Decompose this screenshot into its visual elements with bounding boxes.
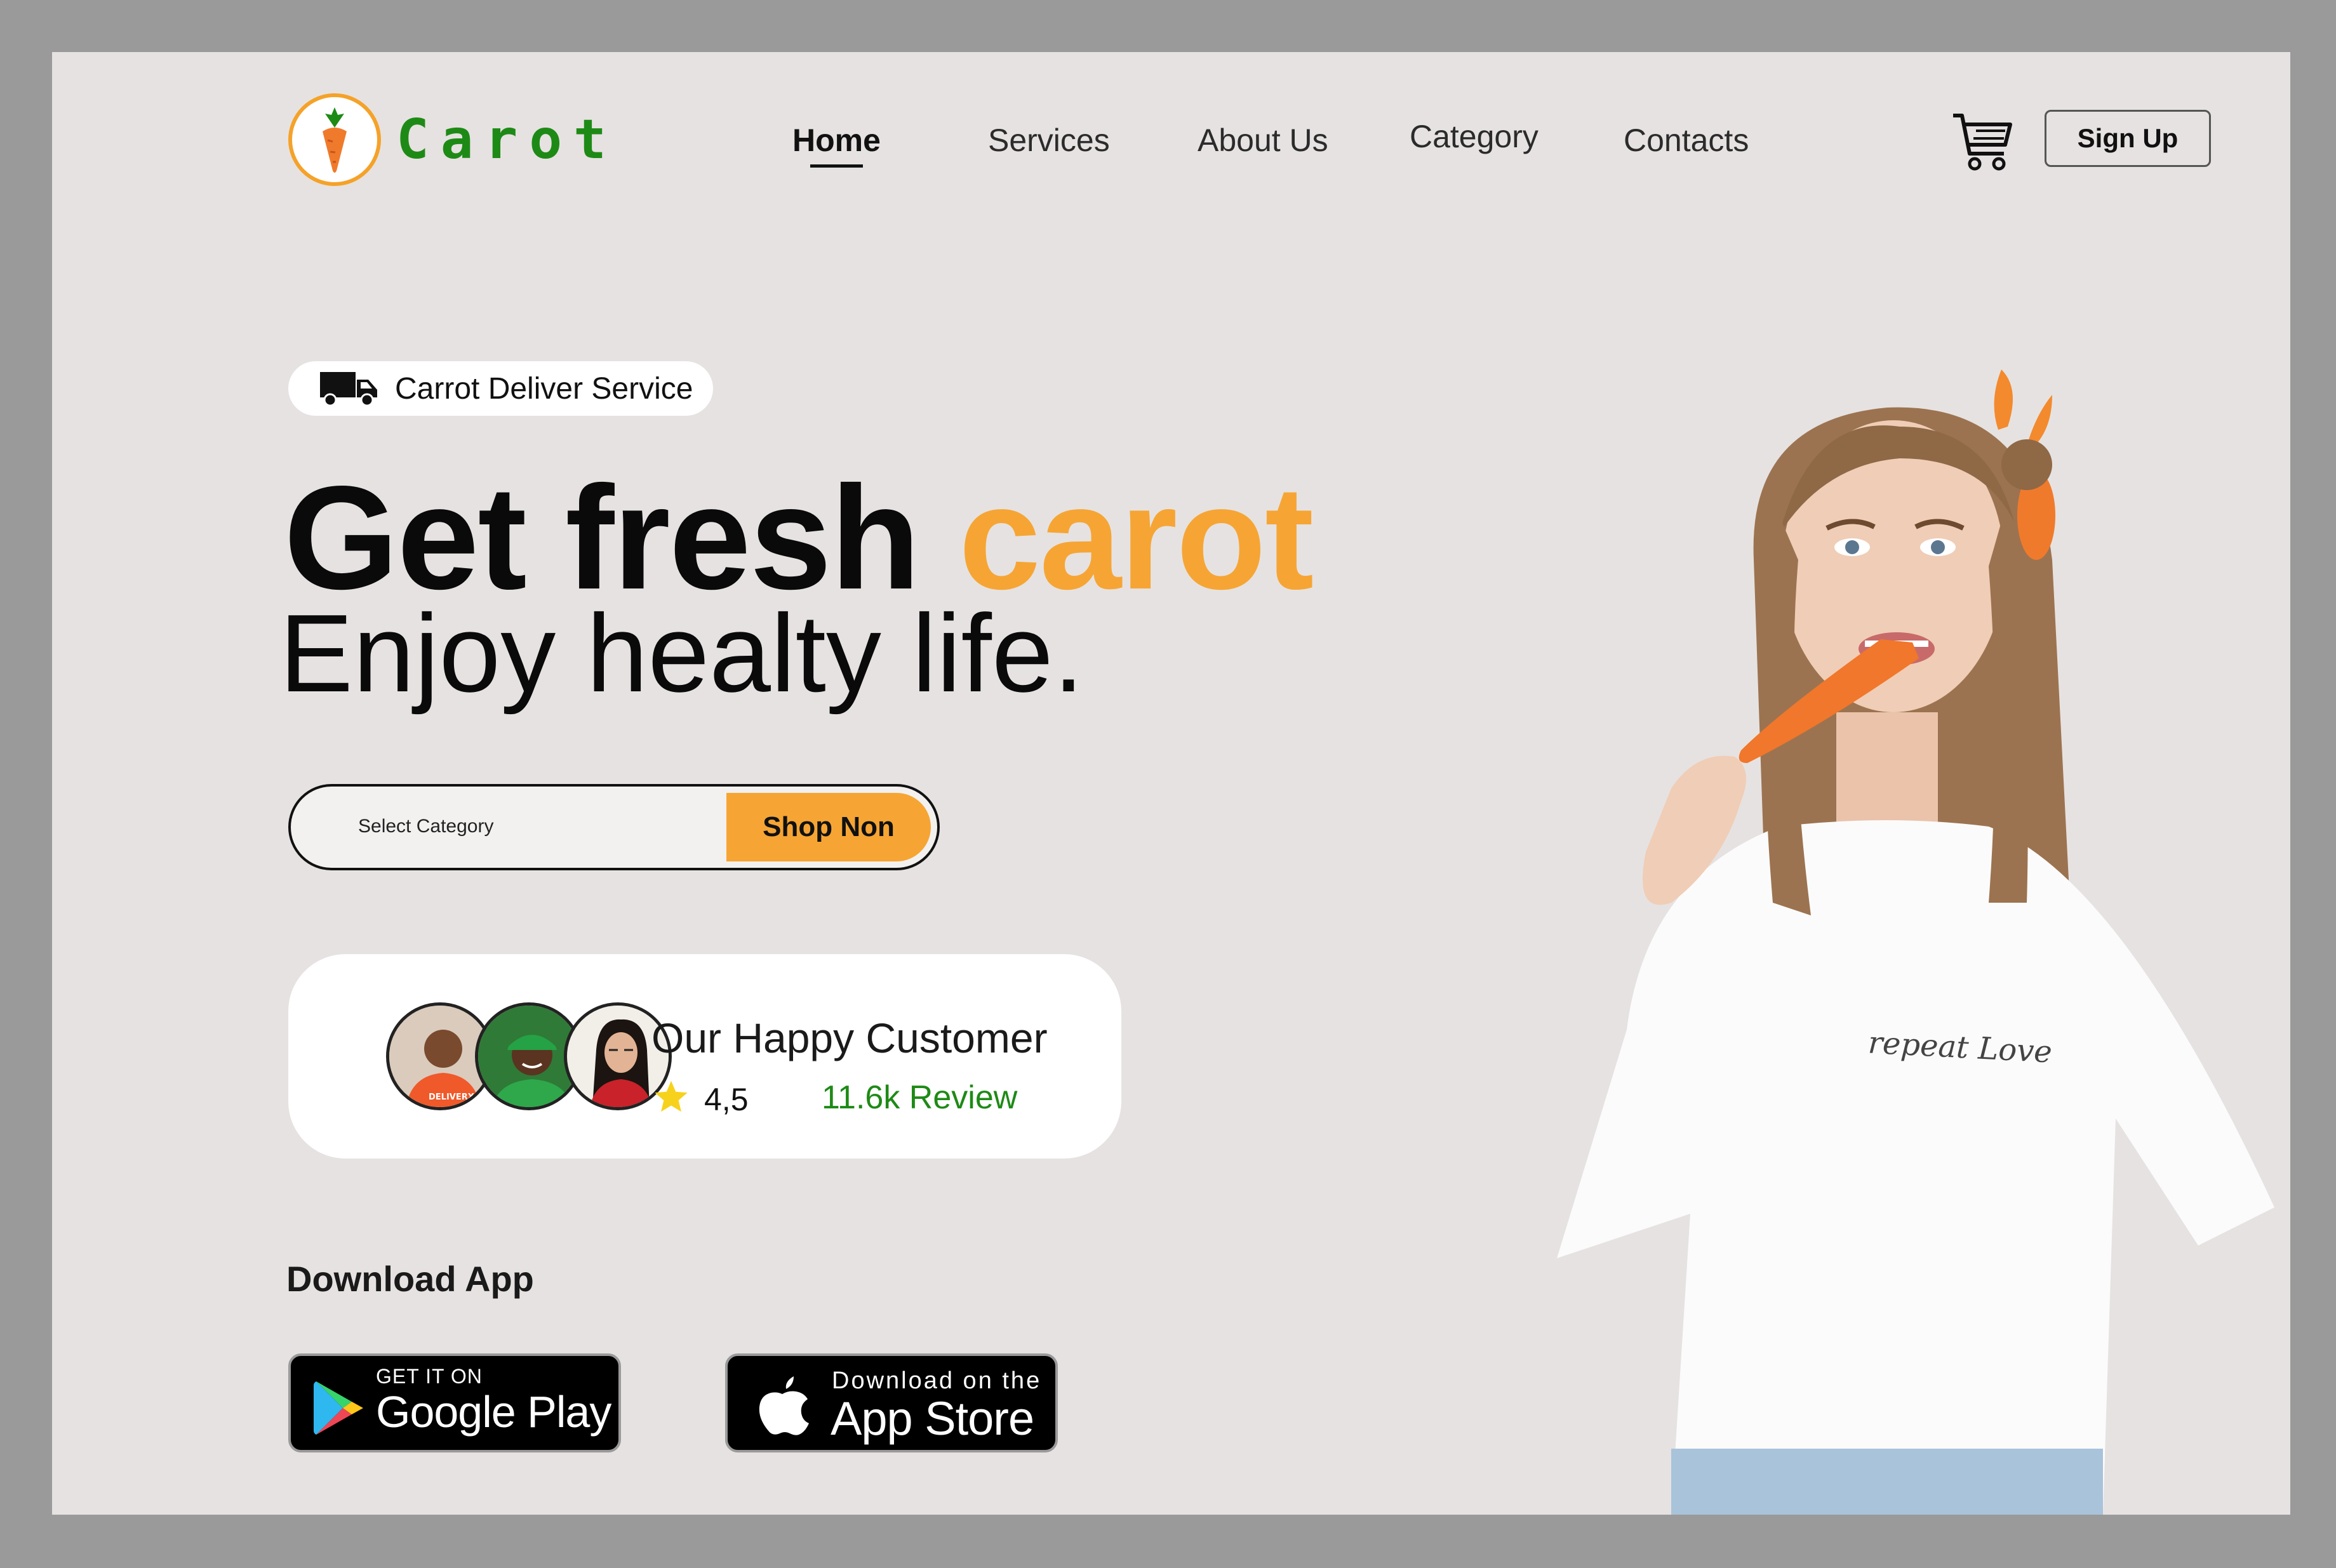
brand-logo[interactable]: Carot xyxy=(288,93,618,186)
app-store-small-text: Download on the xyxy=(832,1367,1042,1394)
happy-customers-card: DELIVERX Our Happy Customer 4,5 11.6k Re… xyxy=(288,954,1121,1159)
hero-headline: Get fresh carot xyxy=(284,465,1314,612)
woman-eating-carrot-image: repeat Love xyxy=(1481,357,2290,1515)
category-search[interactable]: Select Category Shop Non xyxy=(288,784,940,870)
landing-page: Carot Home Services About Us Category Co… xyxy=(52,52,2290,1515)
download-app-title: Download App xyxy=(286,1259,534,1299)
customers-title: Our Happy Customer xyxy=(651,1014,1048,1061)
delivery-badge: Carrot Deliver Service xyxy=(288,361,714,416)
carrot-icon xyxy=(288,93,381,186)
app-store-label: App Store xyxy=(831,1392,1034,1445)
star-icon xyxy=(655,1080,688,1112)
nav-services[interactable]: Services xyxy=(988,122,1110,159)
review-count[interactable]: 11.6k Review xyxy=(822,1079,1017,1117)
google-play-button[interactable]: GET IT ON Google Play xyxy=(288,1353,621,1452)
hero-subheadline: Enjoy healty life. xyxy=(279,591,1085,715)
category-select[interactable]: Select Category xyxy=(358,816,493,837)
nav-about-us[interactable]: About Us xyxy=(1198,122,1328,159)
cart-icon[interactable] xyxy=(1951,109,2014,173)
shop-now-button[interactable]: Shop Non xyxy=(726,793,931,861)
nav-category[interactable]: Category xyxy=(1410,118,1538,155)
truck-icon xyxy=(320,372,377,407)
app-store-button[interactable]: Download on the App Store xyxy=(725,1353,1058,1452)
brand-name: Carot xyxy=(396,108,618,171)
nav-contacts[interactable]: Contacts xyxy=(1624,122,1749,159)
google-play-label: Google Play xyxy=(376,1387,611,1437)
badge-label: Carrot Deliver Service xyxy=(395,371,693,406)
nav-home[interactable]: Home xyxy=(792,122,881,168)
rating-value: 4,5 xyxy=(704,1082,749,1117)
sign-up-button[interactable]: Sign Up xyxy=(2045,110,2211,167)
google-play-small-text: GET IT ON xyxy=(376,1365,483,1388)
apple-icon xyxy=(759,1376,809,1435)
avatar-badge-text: DELIVERX xyxy=(429,1093,474,1102)
google-play-icon xyxy=(314,1381,363,1435)
